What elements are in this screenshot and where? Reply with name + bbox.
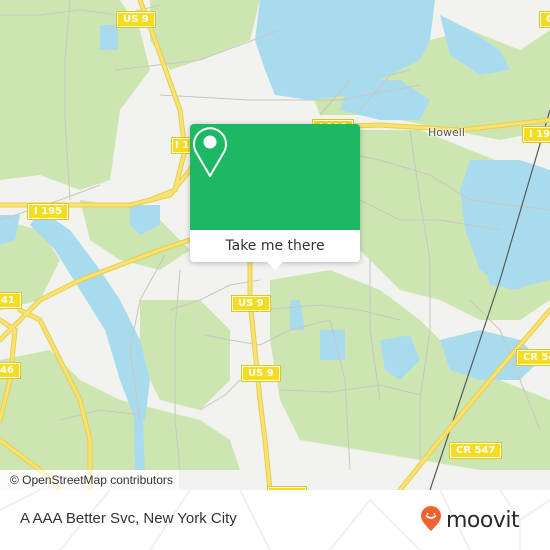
- map-attribution[interactable]: © OpenStreetMap contributors: [0, 470, 179, 490]
- map-view[interactable]: US 9 I 195 I 195 I 195 I 195 541 46 US 9…: [0, 0, 550, 490]
- moovit-wordmark: moovit: [446, 508, 520, 533]
- road-shield: I 195: [26, 203, 70, 220]
- road-shield: US 9: [116, 11, 156, 28]
- road-shield: 541: [0, 292, 22, 309]
- place-label-howell: Howell: [428, 126, 465, 139]
- place-title: A AAA Better Svc, New York City: [20, 510, 237, 527]
- road-shield: US 9: [231, 295, 271, 312]
- popup-header: [190, 124, 360, 230]
- popup-tail: [267, 262, 283, 270]
- road-shield: CR 547: [515, 349, 550, 366]
- road-shield: CR 547: [448, 442, 503, 459]
- moovit-pin-icon: [420, 506, 442, 536]
- footer-bar: A AAA Better Svc, New York City moovit: [0, 490, 550, 550]
- road-shield: CR: [538, 11, 550, 28]
- moovit-logo: moovit: [420, 506, 520, 536]
- road-shield: US 9: [241, 365, 281, 382]
- take-me-there-button[interactable]: Take me there: [190, 230, 360, 262]
- road-shield: 46: [0, 362, 21, 379]
- location-popup: Take me there: [190, 124, 360, 270]
- road-shield: I 195: [521, 126, 550, 143]
